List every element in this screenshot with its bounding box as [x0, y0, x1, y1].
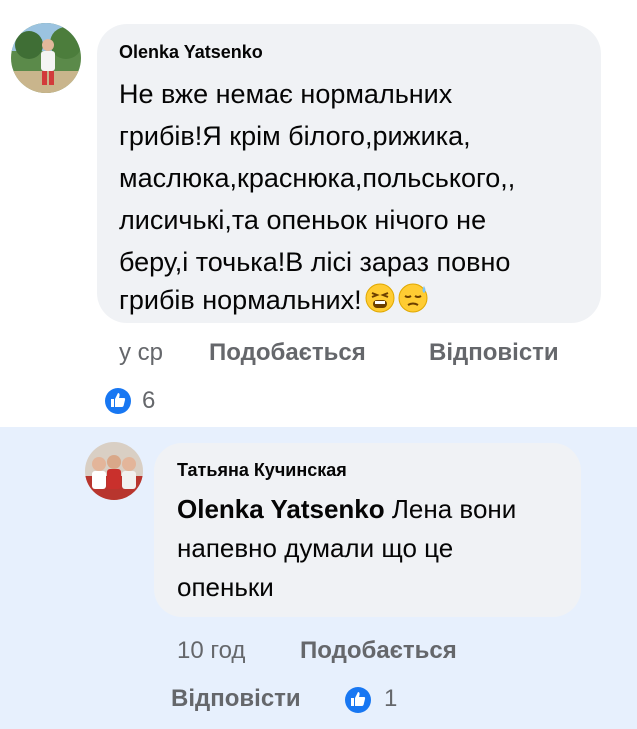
like-icon[interactable]	[344, 686, 372, 714]
comment-text-line: грибів!Я крім білого,рижика,	[119, 121, 471, 151]
avatar[interactable]	[11, 23, 81, 93]
comments-panel: Olenka Yatsenko Не вже немає нормальних …	[0, 0, 637, 729]
comment-text-line: лисичькі,та опеньок нічого не	[119, 205, 487, 235]
comment-text-line-last: грибів нормальних!	[119, 280, 430, 324]
comment-text-line: Не вже немає нормальних	[119, 79, 453, 109]
reply-actions: 10 год Подобається Відповісти 1	[0, 427, 637, 729]
downcast-sweat-face-emoji	[398, 283, 430, 324]
reaction-count[interactable]: 1	[384, 685, 397, 713]
like-button[interactable]: Подобається	[209, 339, 366, 367]
reply-thread: Татьяна Кучинская Olenka Yatsenko Лена в…	[0, 427, 637, 729]
comment-text-line: маслюка,краснюка,польського,,	[119, 163, 516, 193]
like-button[interactable]: Подобається	[300, 637, 457, 665]
tired-face-emoji	[365, 283, 395, 324]
comment-text-line: беру,і точька!В лісі зараз повно	[119, 247, 511, 277]
reaction-count: 6	[142, 387, 156, 414]
comment-bubble: Olenka Yatsenko Не вже немає нормальних …	[97, 24, 601, 323]
comment-author[interactable]: Olenka Yatsenko	[119, 42, 263, 63]
like-icon	[104, 387, 132, 415]
reply-timestamp[interactable]: 10 год	[177, 637, 245, 665]
comment-text: грибів нормальних!	[119, 285, 362, 315]
comment-timestamp[interactable]: у ср	[119, 339, 163, 367]
reply-button[interactable]: Відповісти	[429, 339, 559, 367]
reply-button[interactable]: Відповісти	[171, 685, 301, 713]
